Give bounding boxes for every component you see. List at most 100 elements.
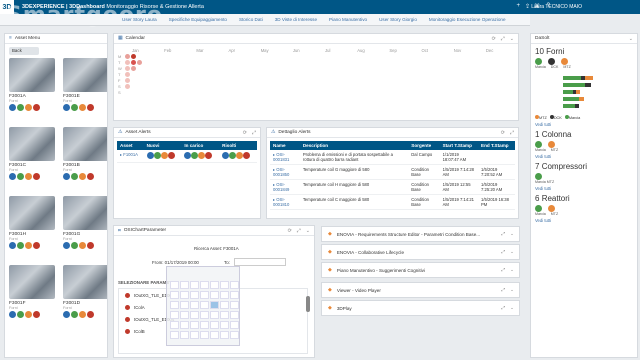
status-circle[interactable] — [79, 104, 86, 111]
status-circle[interactable] — [33, 311, 40, 318]
col-header[interactable]: Sorgente — [408, 141, 440, 150]
status-circle[interactable] — [79, 311, 86, 318]
date-cell[interactable] — [220, 281, 229, 289]
status-group[interactable]: 7 Compressori Marcia MTZ Vedi tutti — [531, 162, 637, 191]
date-cell[interactable] — [230, 281, 239, 289]
chevron-down-icon[interactable]: ⌄ — [510, 305, 514, 311]
to-date-input[interactable] — [234, 258, 286, 266]
user-name[interactable]: Laura TECNICO MAIO — [531, 4, 582, 10]
asset-image[interactable] — [63, 58, 107, 92]
date-cell[interactable] — [230, 291, 239, 299]
asset-image[interactable] — [9, 196, 55, 230]
chart-bar[interactable] — [563, 104, 579, 108]
alert-id[interactable]: OSI-0001850 — [273, 167, 289, 177]
tab-5[interactable]: User Story Giorgio — [373, 17, 423, 22]
col-header[interactable]: Asset — [117, 141, 144, 150]
app-widget[interactable]: ◆ Viewer - Video Player ⤢ ⌄ — [321, 282, 520, 298]
status-circle[interactable] — [548, 205, 555, 212]
calendar-day-cell[interactable] — [125, 71, 130, 77]
alert-name[interactable]: ▸ OSI-0001810 — [270, 194, 300, 210]
chart-bar[interactable] — [563, 97, 584, 101]
status-circle[interactable] — [63, 242, 70, 249]
status-circle[interactable] — [17, 242, 24, 249]
alert-id[interactable]: OSI-0001831 — [273, 152, 289, 162]
status-circle[interactable] — [71, 242, 78, 249]
chart-bar[interactable] — [563, 90, 580, 94]
tab-1[interactable]: Specifiche Equipaggiamento — [163, 17, 233, 22]
calendar-day-cell[interactable] — [125, 59, 130, 65]
status-circle[interactable] — [87, 242, 94, 249]
alert-id[interactable]: OSI-0001849 — [273, 182, 289, 192]
date-cell[interactable] — [190, 281, 199, 289]
status-circle[interactable] — [548, 58, 555, 65]
app-widget[interactable]: ◆ 3DPlay ⤢ ⌄ — [321, 300, 520, 316]
refresh-icon[interactable]: ⟳ — [243, 130, 247, 136]
calendar-day-cell[interactable] — [125, 53, 130, 59]
app-widget[interactable]: ◆ ENOVIA - Requirements Structure Editor … — [321, 226, 520, 242]
date-cell[interactable] — [230, 311, 239, 319]
status-circle[interactable] — [79, 242, 86, 249]
date-cell[interactable] — [210, 321, 219, 329]
date-cell[interactable] — [220, 291, 229, 299]
date-cell[interactable] — [180, 331, 189, 339]
chart-bar[interactable] — [563, 83, 591, 87]
asset-card[interactable]: F3001H Forni — [9, 196, 57, 263]
status-circle[interactable] — [17, 173, 24, 180]
date-cell[interactable] — [200, 301, 209, 309]
status-circle[interactable] — [33, 242, 40, 249]
chevron-down-icon[interactable]: ⌄ — [510, 36, 514, 42]
asset-link[interactable]: F1001A — [123, 152, 138, 157]
asset-card[interactable]: F3001A Forni — [9, 58, 57, 125]
status-circle[interactable] — [17, 311, 24, 318]
alert-name[interactable]: ▸ OSI-0001849 — [270, 179, 300, 195]
date-cell[interactable] — [200, 281, 209, 289]
refresh-icon[interactable]: ⟳ — [492, 36, 496, 42]
status-group[interactable]: 1 Colonna Marcia MTZ Vedi tutti — [531, 130, 637, 159]
refresh-icon[interactable]: ⟳ — [501, 130, 505, 136]
date-cell[interactable] — [170, 301, 179, 309]
calendar-day-cell[interactable] — [125, 77, 130, 83]
date-cell[interactable] — [190, 311, 199, 319]
view-all-link[interactable]: Vedi tutti — [535, 218, 633, 223]
calendar-day-cell[interactable] — [131, 65, 136, 71]
app-widget[interactable]: ◆ Piano Manutentivo - Suggerimenti Cognit… — [321, 262, 520, 278]
status-circle[interactable] — [9, 311, 16, 318]
asset-image[interactable] — [9, 265, 55, 299]
table-row[interactable]: ▸ OSI-0001810 Temperature coil C maggiore… — [270, 194, 515, 210]
tab-2[interactable]: Storico Dati — [233, 17, 269, 22]
tab-0[interactable]: User Story Laura — [116, 17, 163, 22]
date-cell[interactable] — [180, 301, 189, 309]
chevron-down-icon[interactable]: ⌄ — [629, 36, 633, 42]
from-date[interactable]: From: 01/17/2019 00:00 — [152, 260, 199, 265]
status-circle[interactable] — [9, 104, 16, 111]
date-cell[interactable] — [170, 321, 179, 329]
date-cell[interactable] — [200, 311, 209, 319]
chevron-down-icon[interactable]: ⌄ — [510, 267, 514, 273]
expand-icon[interactable]: ⤢ — [501, 267, 505, 273]
expand-icon[interactable]: ▸ — [120, 152, 122, 157]
date-cell[interactable] — [190, 291, 199, 299]
status-circle[interactable] — [71, 311, 78, 318]
status-circle[interactable] — [33, 104, 40, 111]
date-cell[interactable] — [200, 331, 209, 339]
chevron-down-icon[interactable]: ⌄ — [510, 287, 514, 293]
col-header[interactable]: Name — [270, 141, 300, 150]
date-cell[interactable] — [220, 301, 229, 309]
expand-icon[interactable]: ⤢ — [501, 305, 505, 311]
chevron-down-icon[interactable]: ⌄ — [306, 228, 310, 234]
view-all-link[interactable]: Vedi tutti — [535, 154, 633, 159]
status-group[interactable]: 10 Forni Marcia DCK MTZ MTZ DCK Marcia Vedi tut… — [531, 47, 637, 127]
asset-image[interactable] — [9, 58, 55, 92]
tab-3[interactable]: 3D Viste di Interesse — [269, 17, 323, 22]
alert-id[interactable]: OSI-0001810 — [273, 197, 289, 207]
expand-icon[interactable]: ⤢ — [501, 249, 505, 255]
date-cell[interactable] — [170, 331, 179, 339]
chart-bar[interactable] — [563, 76, 593, 80]
date-cell[interactable] — [190, 301, 199, 309]
view-all-link[interactable]: Vedi tutti — [535, 122, 633, 127]
table-row[interactable]: ▸ OSI-0001850 Temperature coil G maggiore… — [270, 164, 515, 180]
date-picker[interactable] — [166, 266, 240, 346]
app-widget[interactable]: ◆ ENOVIA - Collaborative Lifecycle ⤢ ⌄ — [321, 244, 520, 260]
asset-card[interactable]: F3001G Forni — [63, 196, 107, 263]
status-circle[interactable] — [71, 104, 78, 111]
